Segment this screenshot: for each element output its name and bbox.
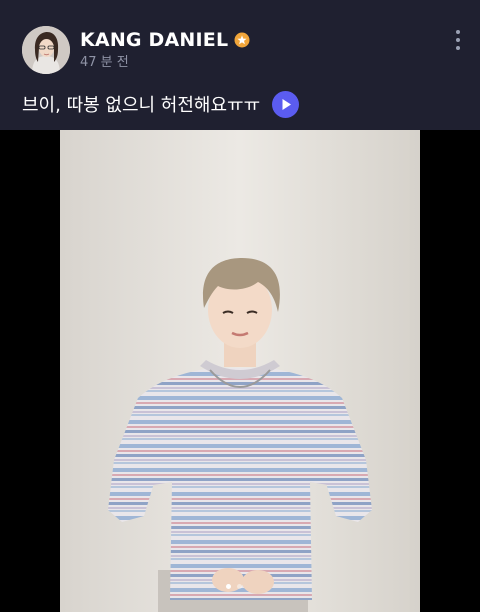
author-name[interactable]: KANG DANIEL xyxy=(80,29,228,51)
caption-row: 브이, 따봉 없으니 허전해요ㅠㅠ xyxy=(22,90,300,118)
more-dot xyxy=(456,46,460,50)
more-options-button[interactable] xyxy=(446,26,470,54)
post-photo[interactable] xyxy=(60,130,420,612)
verified-star-badge-icon xyxy=(234,32,250,48)
avatar-image xyxy=(22,26,70,74)
more-dot xyxy=(456,30,460,34)
post-header: KANG DANIEL 47 분 전 브이, 따봉 없으니 허전해요ㅠㅠ xyxy=(0,0,480,130)
play-icon xyxy=(282,98,292,110)
post-caption: 브이, 따봉 없으니 허전해요ㅠㅠ xyxy=(22,95,261,116)
author-avatar[interactable] xyxy=(22,26,70,74)
author-row: KANG DANIEL xyxy=(80,28,250,52)
page-dot xyxy=(237,584,242,589)
post-timestamp: 47 분 전 xyxy=(80,55,129,70)
play-button[interactable] xyxy=(272,90,300,118)
post-view: KANG DANIEL 47 분 전 브이, 따봉 없으니 허전해요ㅠㅠ xyxy=(0,0,480,612)
photo-page-indicator xyxy=(226,584,242,589)
page-dot-active xyxy=(226,584,231,589)
more-dot xyxy=(456,38,460,42)
photo-person-illustration xyxy=(60,130,420,612)
